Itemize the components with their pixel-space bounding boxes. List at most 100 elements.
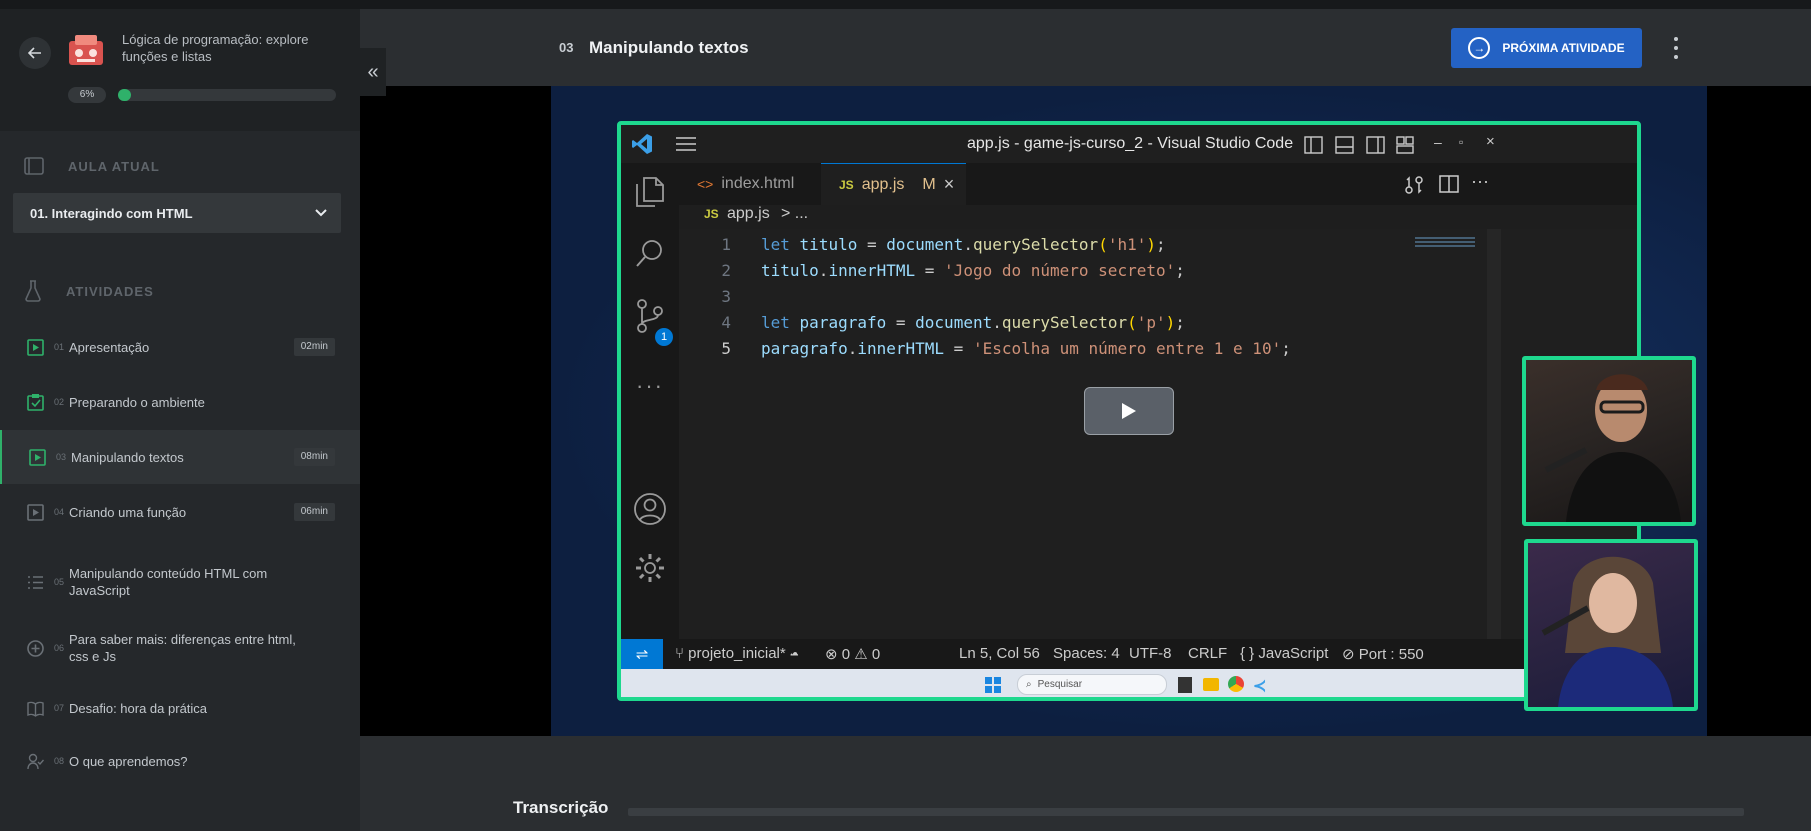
breadcrumb: JS app.js > ... <box>679 205 1637 229</box>
chrome-icon[interactable] <box>1228 676 1244 692</box>
code-line: let paragrafo = document.querySelector('… <box>761 313 1185 332</box>
activity-name: O que aprendemos? <box>69 753 188 769</box>
activity-duration: 02min <box>293 338 335 356</box>
activity-name: Desafio: hora da prática <box>69 700 208 716</box>
line-number: 2 <box>721 261 731 280</box>
current-lesson-heading: AULA ATUAL <box>24 157 160 175</box>
language-status[interactable]: { } JavaScript <box>1240 645 1328 662</box>
vscode-taskbar-icon[interactable]: ≺ <box>1253 676 1266 696</box>
activity-item-preparando[interactable]: 02 Preparando o ambiente <box>0 375 360 429</box>
windows-taskbar: ⌕ Pesquisar ≺ <box>621 669 1637 697</box>
double-chevron-left-icon: « <box>367 60 379 83</box>
menu-icon[interactable] <box>676 137 696 151</box>
minimize-icon[interactable]: – <box>1434 134 1442 150</box>
activities-label: ATIVIDADES <box>66 283 154 299</box>
port-status[interactable]: ⊘ Port : 550 <box>1342 645 1424 663</box>
encoding-status[interactable]: UTF-8 <box>1129 645 1172 662</box>
activity-item-criando-funcao[interactable]: 04 Criando uma função 06min <box>0 485 360 539</box>
vscode-window-title: app.js - game-js-curso_2 - Visual Studio… <box>967 135 1294 152</box>
activity-name: Manipulando conteúdo HTML com JavaScript <box>69 566 268 598</box>
book-icon <box>27 701 44 717</box>
compare-changes-icon[interactable] <box>1404 175 1424 195</box>
tab-label: app.js <box>861 175 905 193</box>
account-icon[interactable] <box>634 493 666 525</box>
layout-icons[interactable] <box>1304 136 1414 154</box>
windows-start-icon[interactable] <box>985 677 1001 693</box>
cursor-position[interactable]: Ln 5, Col 56 <box>959 645 1040 662</box>
tab-app-js[interactable]: JS app.js M × <box>821 163 966 205</box>
gear-icon[interactable] <box>634 552 666 584</box>
folder-icon[interactable] <box>1203 678 1219 691</box>
editor-tabs: <> index.html JS app.js M × ··· <box>679 163 1637 205</box>
minimap[interactable] <box>1415 237 1475 249</box>
branch-status[interactable]: ⑂ projeto_inicial* ☁ <box>675 645 799 662</box>
lesson-title: Manipulando textos <box>589 38 749 57</box>
problems-status[interactable]: ⊗ 0 ⚠ 0 <box>825 645 880 663</box>
taskbar-search-text: Pesquisar <box>1037 679 1083 690</box>
chevron-down-icon <box>315 209 327 217</box>
activity-number: 05 <box>54 577 65 587</box>
course-logo-icon <box>69 35 103 65</box>
search-icon[interactable] <box>636 239 664 269</box>
activity-name: Preparando o ambiente <box>69 394 205 410</box>
current-lesson-label: AULA ATUAL <box>68 158 160 174</box>
activity-item-o-que-aprendemos[interactable]: 08 O que aprendemos? <box>0 734 360 788</box>
activity-item-para-saber-mais[interactable]: 06 Para saber mais: diferenças entre htm… <box>0 621 360 675</box>
collapse-sidebar-button[interactable]: « <box>360 48 386 96</box>
taskbar-search[interactable]: ⌕ Pesquisar <box>1017 674 1167 695</box>
js-file-icon: JS <box>704 207 719 221</box>
course-progress-bar <box>118 89 336 101</box>
activity-name: Criando uma função <box>69 504 187 520</box>
instructor-silhouette <box>1544 374 1681 522</box>
breadcrumb-rest[interactable]: > ... <box>781 205 808 223</box>
arrow-left-icon <box>28 47 41 59</box>
activity-number: 01 <box>54 342 65 352</box>
instructor-silhouette <box>1541 556 1673 707</box>
search-icon: ⌕ <box>1026 679 1032 690</box>
back-button[interactable] <box>19 37 51 69</box>
activity-name: Manipulando textos <box>71 449 184 465</box>
transcript-divider <box>628 808 1744 816</box>
video-icon <box>27 503 44 521</box>
user-check-icon <box>27 753 44 769</box>
activities-heading: ATIVIDADES <box>24 280 154 302</box>
lesson-header: 03 Manipulando textos → PRÓXIMA ATIVIDAD… <box>360 9 1811 86</box>
breadcrumb-file[interactable]: app.js <box>727 205 770 223</box>
tab-index-html[interactable]: <> index.html <box>697 163 794 205</box>
close-tab-icon[interactable]: × <box>944 174 955 195</box>
code-line: paragrafo.innerHTML = 'Escolha um número… <box>761 339 1291 358</box>
eol-status[interactable]: CRLF <box>1188 645 1227 662</box>
activity-number: 06 <box>54 643 65 653</box>
activity-duration: 08min <box>293 448 335 466</box>
checklist-icon <box>27 393 44 411</box>
restore-icon[interactable]: ▫ <box>1459 135 1463 149</box>
play-button[interactable] <box>1084 387 1174 435</box>
close-window-icon[interactable]: × <box>1486 133 1495 150</box>
activity-number: 04 <box>54 507 65 517</box>
remote-icon[interactable]: ⇌ <box>621 639 663 669</box>
transcript-title: Transcrição <box>513 798 609 817</box>
app-icon[interactable] <box>1178 677 1192 693</box>
next-activity-button[interactable]: → PRÓXIMA ATIVIDADE <box>1451 28 1642 68</box>
activity-duration: 06min <box>293 503 335 521</box>
indentation-status[interactable]: Spaces: 4 <box>1053 645 1120 662</box>
activity-item-manipulando-textos[interactable]: 03 Manipulando textos 08min <box>0 430 360 484</box>
transcript-section: Transcrição <box>360 736 1811 831</box>
course-header: Lógica de programação: explore funções e… <box>0 9 360 131</box>
lesson-select[interactable]: 01. Interagindo com HTML <box>13 193 341 233</box>
activity-number: 03 <box>56 452 67 462</box>
more-actions-icon[interactable]: ··· <box>1471 171 1489 192</box>
line-number: 4 <box>721 313 731 332</box>
more-icon[interactable]: ··· <box>636 373 664 399</box>
activity-item-apresentacao[interactable]: 01 Apresentação 02min <box>0 320 360 374</box>
more-options-button[interactable] <box>1671 34 1681 62</box>
scrollbar[interactable] <box>1487 229 1501 639</box>
instructor-camera-2 <box>1524 539 1698 711</box>
vscode-statusbar: ⇌ ⑂ projeto_inicial* ☁ ⊗ 0 ⚠ 0 Ln 5, Col… <box>621 639 1637 669</box>
line-number: 1 <box>721 235 731 254</box>
split-editor-icon[interactable] <box>1439 175 1459 193</box>
instructor-camera-1 <box>1522 356 1696 526</box>
activity-item-manipulando-conteudo[interactable]: 05 Manipulando conteúdo HTML com JavaScr… <box>0 555 360 609</box>
activity-item-desafio[interactable]: 07 Desafio: hora da prática <box>0 681 360 735</box>
explorer-icon[interactable] <box>636 177 664 207</box>
